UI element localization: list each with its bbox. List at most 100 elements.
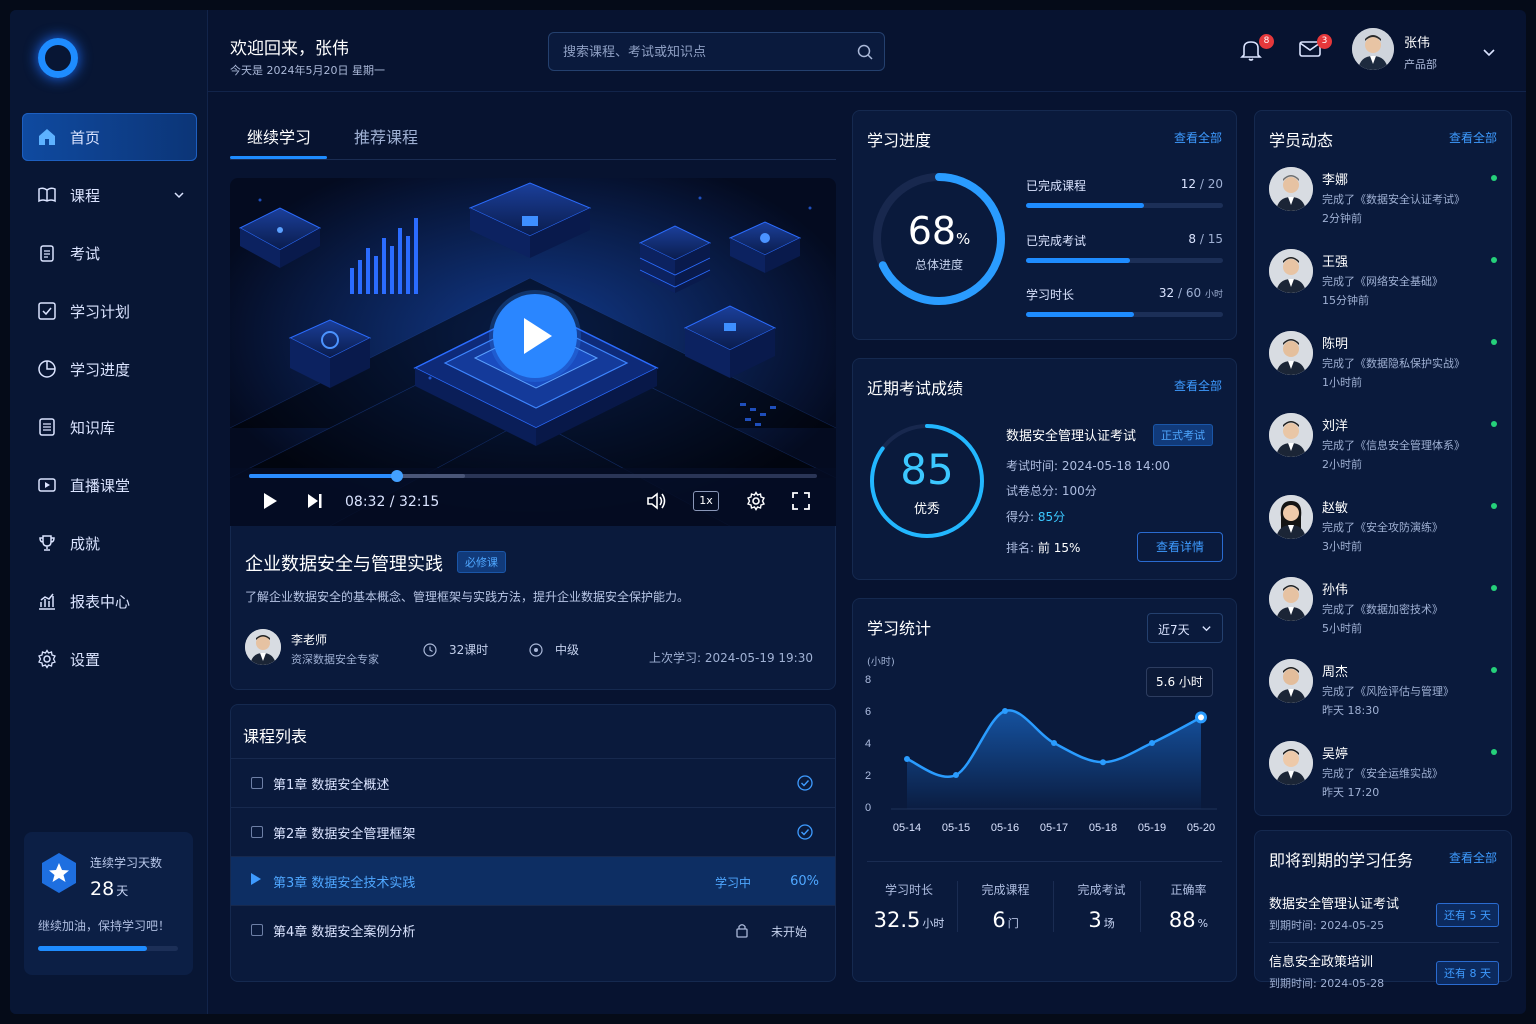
online-dot: [1491, 667, 1497, 673]
chapter-checkbox[interactable]: [251, 826, 263, 838]
user-menu-chevron-icon[interactable]: [1482, 44, 1496, 63]
chart-point[interactable]: [1100, 759, 1106, 766]
activity-item[interactable]: 刘洋 完成了《信息安全管理体系》 2小时前: [1255, 413, 1511, 495]
course-info: 企业数据安全与管理实践 必修课 了解企业数据安全的基本概念、管理框架与实践方法，…: [230, 526, 836, 690]
chapter-name: 第2章 数据安全管理框架: [273, 826, 416, 842]
user-avatar[interactable]: [1352, 28, 1394, 70]
stats-title: 学习统计: [867, 619, 932, 638]
chapter-checkbox[interactable]: [251, 777, 263, 789]
video-progress-track[interactable]: [249, 470, 817, 482]
exam-time: 考试时间: 2024-05-18 14:00: [1006, 459, 1170, 473]
activity-view-all-link[interactable]: 查看全部: [1449, 129, 1497, 146]
sidebar-item-knowledge[interactable]: 知识库: [22, 403, 197, 451]
view-details-button[interactable]: 查看详情: [1137, 532, 1223, 562]
sidebar-item-plan[interactable]: 学习计划: [22, 287, 197, 335]
star-badge-icon: [38, 852, 80, 894]
y-tick-label: 8: [865, 674, 871, 686]
video-progress-handle[interactable]: [390, 470, 403, 482]
x-tick-label: 05-20: [1187, 822, 1215, 834]
skip-next-icon: [308, 494, 322, 508]
volume-icon: [647, 492, 666, 510]
sidebar-item-courses[interactable]: 课程: [22, 171, 197, 219]
chapter-row[interactable]: 第4章 数据安全案例分析 未开始: [231, 905, 835, 954]
activity-name: 王强: [1322, 255, 1349, 270]
required-tag: 必修课: [457, 551, 506, 573]
chart-point[interactable]: [1195, 711, 1207, 724]
task-item[interactable]: 信息安全政策培训 到期时间: 2024-05-28 还有 8 天: [1269, 951, 1499, 1003]
chart-point[interactable]: [953, 772, 959, 778]
activity-item[interactable]: 李娜 完成了《数据安全认证考试》 2分钟前: [1255, 167, 1511, 249]
sidebar-item-home[interactable]: 首页: [22, 113, 197, 161]
activity-item[interactable]: 周杰 完成了《风险评估与管理》 昨天 18:30: [1255, 659, 1511, 741]
sidebar-item-exams[interactable]: 考试: [22, 229, 197, 277]
chart-point[interactable]: [1149, 740, 1155, 746]
x-tick-label: 05-16: [991, 822, 1019, 834]
chapter-row[interactable]: 第1章 数据安全概述: [231, 758, 835, 807]
activity-item[interactable]: 陈明 完成了《数据隐私保护实战》 1小时前: [1255, 331, 1511, 413]
activity-item[interactable]: 孙伟 完成了《数据加密技术》 5小时前: [1255, 577, 1511, 659]
courses-done-label: 已完成课程: [1026, 179, 1087, 193]
tab-continue-learning[interactable]: 继续学习: [247, 124, 311, 148]
search-input[interactable]: [563, 33, 843, 70]
sidebar-nav: 首页 课程 考试 学习计划 学习进度 知识库 直播课堂 成就 报表中心 设置: [22, 113, 197, 693]
y-tick-label: 4: [865, 738, 871, 750]
messages-button[interactable]: 3: [1298, 34, 1332, 64]
activity-time: 2小时前: [1322, 458, 1362, 471]
teacher-role: 资深数据安全专家: [291, 653, 379, 666]
activity-item[interactable]: 吴婷 完成了《安全运维实战》 昨天 17:20: [1255, 741, 1511, 823]
chapter-status: 学习中: [715, 876, 752, 890]
fullscreen-button[interactable]: [792, 492, 810, 514]
notification-badge: 8: [1259, 34, 1274, 49]
activity-item[interactable]: 王强 完成了《网络安全基础》 15分钟前: [1255, 249, 1511, 331]
range-select[interactable]: 近7天: [1147, 613, 1223, 643]
online-dot: [1491, 175, 1497, 181]
chart-point[interactable]: [1051, 740, 1057, 746]
video-progress-fill: [249, 474, 397, 478]
play-button[interactable]: [262, 492, 278, 514]
sidebar: 首页 课程 考试 学习计划 学习进度 知识库 直播课堂 成就 报表中心 设置 连…: [10, 10, 208, 1014]
video-settings-button[interactable]: [746, 491, 766, 515]
chapter-row-current[interactable]: 第3章 数据安全技术实践 学习中 60%: [231, 856, 835, 905]
volume-button[interactable]: [646, 492, 668, 514]
speed-button[interactable]: 1x: [693, 491, 719, 511]
tasks-view-all-link[interactable]: 查看全部: [1449, 849, 1497, 866]
exam-view-all-link[interactable]: 查看全部: [1174, 377, 1222, 394]
big-play-button[interactable]: [489, 290, 581, 382]
study-hours-bar: [1026, 312, 1223, 317]
streak-progress-bar: [38, 946, 178, 951]
exam-rank: 排名: 前 15%: [1006, 541, 1081, 555]
activity-name: 李娜: [1322, 173, 1349, 188]
divider: [1269, 942, 1499, 943]
sidebar-item-label: 学习计划: [70, 302, 131, 321]
sidebar-item-live[interactable]: 直播课堂: [22, 461, 197, 509]
chart-point[interactable]: [904, 756, 910, 762]
task-item[interactable]: 数据安全管理认证考试 到期时间: 2024-05-25 还有 5 天: [1269, 893, 1499, 945]
chapter-checkbox[interactable]: [251, 924, 263, 936]
sidebar-item-achievements[interactable]: 成就: [22, 519, 197, 567]
sidebar-item-progress[interactable]: 学习进度: [22, 345, 197, 393]
notification-bell-button[interactable]: 8: [1240, 34, 1274, 64]
progress-view-all-link[interactable]: 查看全部: [1174, 129, 1222, 146]
activity-time: 3小时前: [1322, 540, 1362, 553]
exam-grade: 优秀: [913, 502, 940, 517]
chevron-down-icon[interactable]: [173, 187, 185, 205]
next-button[interactable]: [306, 493, 324, 513]
search-icon[interactable]: [856, 43, 874, 65]
exams-done-label: 已完成考试: [1026, 234, 1087, 248]
avatar: [1269, 167, 1313, 211]
sidebar-item-settings[interactable]: 设置: [22, 635, 197, 683]
video-player[interactable]: 08:32 / 32:15 1x: [230, 178, 836, 526]
y-tick-label: 0: [865, 802, 871, 814]
chart-area: [907, 710, 1201, 809]
activity-desc: 完成了《风险评估与管理》: [1322, 685, 1454, 698]
sidebar-item-reports[interactable]: 报表中心: [22, 577, 197, 625]
chart-point[interactable]: [1002, 708, 1008, 714]
tab-recommended[interactable]: 推荐课程: [354, 124, 418, 148]
activity-item[interactable]: 赵敏 完成了《安全攻防演练》 3小时前: [1255, 495, 1511, 577]
app-window: 首页 课程 考试 学习计划 学习进度 知识库 直播课堂 成就 报表中心 设置 连…: [10, 10, 1526, 1014]
exams-done-value: 8 / 15: [1188, 232, 1223, 246]
chapter-row[interactable]: 第2章 数据安全管理框架: [231, 807, 835, 856]
avatar: [1269, 577, 1313, 621]
online-dot: [1491, 585, 1497, 591]
lock-icon: [735, 922, 749, 942]
